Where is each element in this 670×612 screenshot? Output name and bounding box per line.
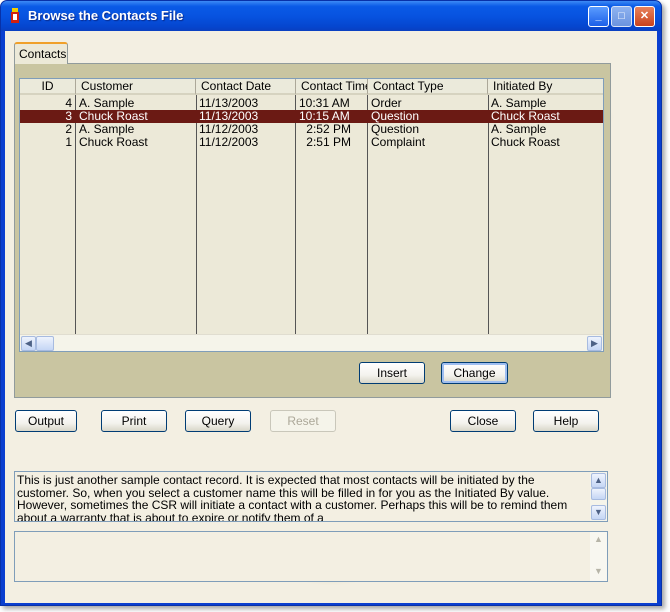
contacts-list[interactable]: ID Customer Contact Date Contact Time Co… [19,78,604,352]
window-title: Browse the Contacts File [28,8,184,23]
cell-contact-date: 11/13/2003 [199,97,259,110]
query-button[interactable]: Query [185,410,251,432]
cell-id: 2 [65,123,72,136]
scroll-left-icon[interactable]: ◀ [21,336,36,351]
notes-vertical-scrollbar[interactable]: ▲ ▼ [590,472,607,521]
cell-initiated-by: Chuck Roast [491,136,560,149]
app-icon [11,8,19,23]
insert-button[interactable]: Insert [359,362,425,384]
cell-customer: Chuck Roast [79,136,148,149]
column-header-contact-type[interactable]: Contact Type [368,79,488,95]
table-row[interactable]: 1 Chuck Roast 11/12/2003 2:51 PM Complai… [20,136,603,149]
contacts-tab-panel: ID Customer Contact Date Contact Time Co… [14,63,611,398]
cell-contact-type: Question [371,123,420,136]
cell-contact-time: 2:52 PM [306,123,351,136]
maximize-button[interactable]: □ [611,6,632,27]
main-window: Browse the Contacts File _ □ ✕ Contacts … [0,0,662,606]
column-header-id[interactable]: ID [20,79,76,95]
cell-contact-time: 10:15 AM [299,110,350,123]
cell-id: 4 [65,97,72,110]
secondary-vertical-scrollbar[interactable]: ▲ ▼ [590,532,607,581]
window-client: Contacts ID Customer Contact Date Contac… [5,31,657,603]
cell-customer: Chuck Roast [79,110,148,123]
scroll-down-icon[interactable]: ▼ [591,565,606,580]
column-header-contact-time[interactable]: Contact Time [296,79,368,95]
secondary-textarea[interactable]: ▲ ▼ [14,531,608,582]
column-header-contact-date[interactable]: Contact Date [196,79,296,95]
reset-button[interactable]: Reset [270,410,336,432]
scroll-thumb[interactable] [591,488,606,500]
cell-initiated-by: A. Sample [491,123,547,136]
table-row-selected[interactable]: 3 Chuck Roast 11/13/2003 10:15 AM Questi… [20,110,603,123]
cell-contact-date: 11/12/2003 [199,136,259,149]
cell-customer: A. Sample [79,97,135,110]
cell-initiated-by: Chuck Roast [491,110,560,123]
title-bar[interactable]: Browse the Contacts File _ □ ✕ [1,1,661,31]
table-row[interactable]: 2 A. Sample 11/12/2003 2:52 PM Question … [20,123,603,136]
cell-contact-type: Complaint [371,136,426,149]
change-button[interactable]: Change [441,362,508,384]
table-row[interactable]: 4 A. Sample 11/13/2003 10:31 AM Order A.… [20,97,603,110]
cell-contact-time: 10:31 AM [299,97,350,110]
column-header-initiated-by[interactable]: Initiated By [488,79,603,95]
column-header-customer[interactable]: Customer [76,79,196,95]
tab-contacts[interactable]: Contacts [14,42,68,64]
cell-contact-time: 2:51 PM [306,136,351,149]
scroll-right-icon[interactable]: ▶ [587,336,602,351]
list-header: ID Customer Contact Date Contact Time Co… [20,79,603,95]
scroll-thumb[interactable] [36,336,54,351]
cell-contact-date: 11/12/2003 [199,123,259,136]
cell-customer: A. Sample [79,123,135,136]
cell-id: 1 [65,136,72,149]
notes-text: This is just another sample contact reco… [17,473,568,522]
help-button[interactable]: Help [533,410,599,432]
cell-contact-type: Question [371,110,420,123]
scroll-up-icon[interactable]: ▲ [591,473,606,488]
cell-id: 3 [65,110,72,123]
scroll-up-icon[interactable]: ▲ [591,533,606,548]
cell-contact-date: 11/13/2003 [199,110,259,123]
notes-textarea[interactable]: This is just another sample contact reco… [14,471,608,522]
horizontal-scrollbar[interactable]: ◀ ▶ [20,334,603,351]
close-window-button[interactable]: ✕ [634,6,655,27]
cell-contact-type: Order [371,97,402,110]
output-button[interactable]: Output [15,410,77,432]
minimize-button[interactable]: _ [588,6,609,27]
close-button[interactable]: Close [450,410,516,432]
print-button[interactable]: Print [101,410,167,432]
cell-initiated-by: A. Sample [491,97,547,110]
scroll-down-icon[interactable]: ▼ [591,505,606,520]
